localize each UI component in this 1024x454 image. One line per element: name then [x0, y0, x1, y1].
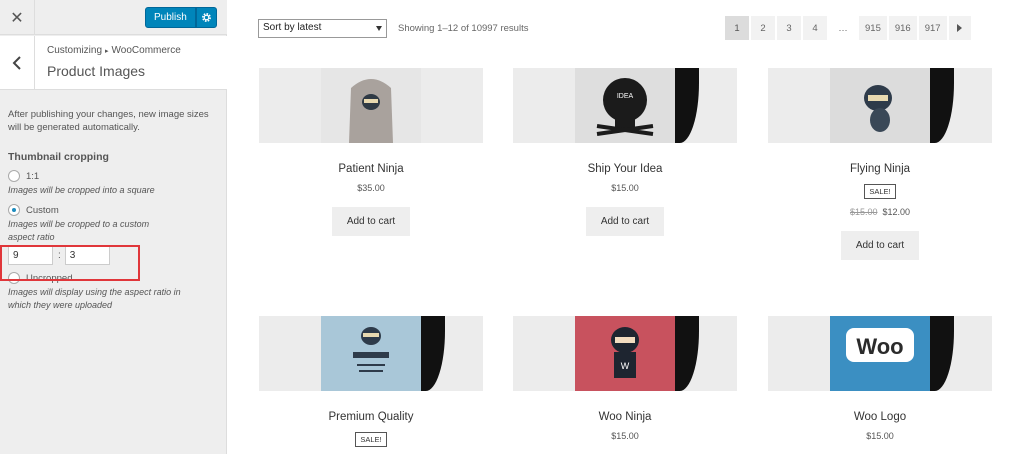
option-square-label: 1:1: [26, 170, 40, 182]
old-price: $15.00: [849, 207, 878, 217]
option-square[interactable]: 1:1: [8, 170, 220, 182]
shop-preview: Sort by latest Showing 1–12 of 10997 res…: [228, 0, 1024, 454]
next-page-icon[interactable]: [948, 16, 971, 40]
result-count: Showing 1–12 of 10997 results: [398, 23, 529, 34]
product-image[interactable]: W: [513, 316, 737, 391]
breadcrumb-current: WooCommerce: [111, 45, 181, 56]
product-card: Premium Quality SALE!: [259, 316, 483, 447]
page-link-1[interactable]: 1: [725, 16, 749, 40]
product-price: $35.00: [357, 183, 385, 193]
page-ellipsis: …: [838, 22, 848, 34]
page-link-917[interactable]: 917: [918, 16, 947, 40]
product-title[interactable]: Woo Ninja: [513, 411, 737, 423]
customizer-sidebar: ✕ Publish Customizing ▸ WooCommerce Produc…: [0, 0, 227, 454]
product-card: Flying Ninja SALE! $15.00 $12.00 Add to c…: [768, 68, 992, 260]
breadcrumb-separator-icon: ▸: [105, 48, 109, 55]
close-icon[interactable]: ✕: [0, 0, 35, 35]
section-title: Product Images: [47, 63, 146, 79]
sort-select[interactable]: Sort by latest: [258, 19, 387, 38]
chevron-left-icon[interactable]: [0, 36, 35, 90]
publish-button[interactable]: Publish: [145, 7, 196, 28]
product-title[interactable]: Ship Your Idea: [513, 163, 737, 175]
product-images-panel: After publishing your changes, new image…: [8, 108, 220, 312]
svg-text:W: W: [621, 361, 630, 371]
page-link-2[interactable]: 2: [751, 16, 775, 40]
customizer-topbar: ✕ Publish: [0, 0, 227, 35]
option-custom[interactable]: Custom: [8, 204, 220, 216]
chevron-down-icon: [376, 26, 382, 31]
breadcrumb-root: Customizing: [47, 45, 103, 56]
product-image[interactable]: [259, 316, 483, 391]
product-price: $15.00: [866, 431, 894, 441]
page-link-916[interactable]: 916: [888, 16, 917, 40]
pagination: 1 2 3 4 … 915 916 917: [725, 16, 973, 40]
radio-custom[interactable]: [8, 204, 20, 216]
image-shadow: [675, 68, 699, 143]
option-custom-description: Images will be cropped to a custom aspec…: [8, 219, 150, 242]
product-price: $15.00 $12.00: [768, 207, 992, 217]
add-to-cart-button[interactable]: Add to cart: [331, 207, 411, 236]
page-link-3[interactable]: 3: [777, 16, 801, 40]
product-card: IDEA Ship Your Idea $15.00 Add to cart: [513, 68, 737, 236]
woo-ninja-image: W: [575, 316, 675, 391]
section-header: Customizing ▸ WooCommerce Product Images: [0, 36, 227, 90]
image-shadow: [675, 316, 699, 391]
flying-ninja-image: [830, 68, 930, 143]
product-price: $15.00: [611, 431, 639, 441]
product-image[interactable]: Woo: [768, 316, 992, 391]
product-card: Woo Woo Logo $15.00: [768, 316, 992, 441]
annotation-highlight-box: [0, 245, 140, 281]
product-image[interactable]: [259, 68, 483, 143]
product-image[interactable]: IDEA: [513, 68, 737, 143]
svg-text:IDEA: IDEA: [617, 93, 634, 100]
hoodie-image: [321, 68, 421, 143]
image-shadow: [930, 316, 954, 391]
product-card: W Woo Ninja $15.00: [513, 316, 737, 441]
option-square-description: Images will be cropped into a square: [8, 185, 155, 195]
premium-quality-image: [321, 316, 421, 391]
image-shadow: [421, 316, 445, 391]
sale-badge: SALE!: [864, 184, 896, 199]
ship-your-idea-image: IDEA: [575, 68, 675, 143]
breadcrumb: Customizing ▸ WooCommerce: [47, 45, 181, 56]
option-uncropped-description: Images will display using the aspect rat…: [8, 287, 181, 310]
add-to-cart-button[interactable]: Add to cart: [585, 207, 665, 236]
product-price: $15.00: [611, 183, 639, 193]
image-shadow: [930, 68, 954, 143]
product-title[interactable]: Premium Quality: [259, 411, 483, 423]
gear-icon[interactable]: [195, 7, 217, 28]
woo-logo-text: Woo: [856, 334, 903, 359]
radio-square[interactable]: [8, 170, 20, 182]
option-custom-label: Custom: [26, 204, 59, 216]
sort-select-value: Sort by latest: [263, 22, 322, 33]
woo-logo-image: Woo: [830, 316, 930, 391]
add-to-cart-button[interactable]: Add to cart: [840, 231, 920, 260]
page-link-4[interactable]: 4: [803, 16, 827, 40]
product-title[interactable]: Flying Ninja: [768, 163, 992, 175]
product-title[interactable]: Woo Logo: [768, 411, 992, 423]
thumbnail-cropping-heading: Thumbnail cropping: [8, 151, 109, 163]
product-title[interactable]: Patient Ninja: [259, 163, 483, 175]
publish-group: Publish: [145, 7, 217, 28]
sale-price: $12.00: [882, 207, 911, 217]
product-image[interactable]: [768, 68, 992, 143]
page-link-915[interactable]: 915: [859, 16, 887, 40]
sale-badge: SALE!: [355, 432, 387, 447]
product-card: Patient Ninja $35.00 Add to cart: [259, 68, 483, 236]
publish-note: After publishing your changes, new image…: [8, 109, 209, 133]
